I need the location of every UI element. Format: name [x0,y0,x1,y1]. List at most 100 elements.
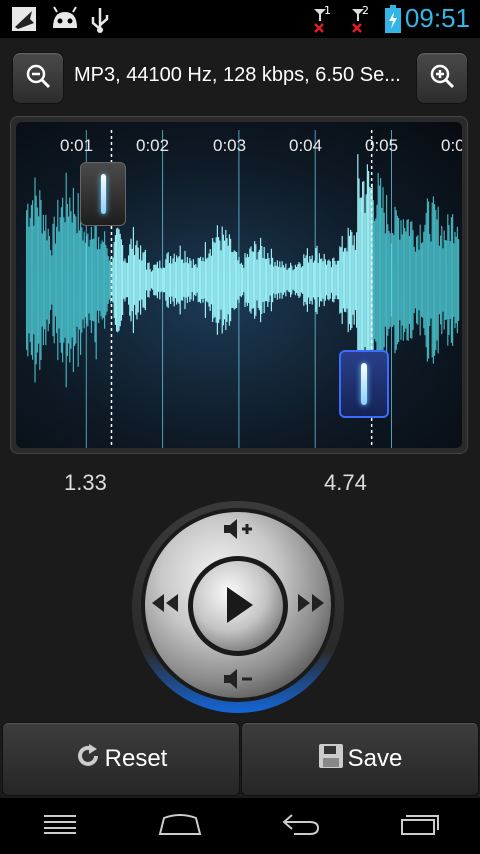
waveform-sample [274,261,276,299]
waveform-sample [440,235,442,325]
waveform-sample [87,233,89,327]
battery-charging-icon [382,4,404,34]
waveform-sample [195,263,197,297]
waveform-sample [183,263,185,297]
home-icon [158,812,202,840]
waveform-view[interactable]: 0:01 0:02 0:03 0:04 0:05 0:0 [16,122,462,448]
waveform-sample [335,264,337,296]
waveform-sample [318,253,320,307]
waveform-sample [216,225,218,335]
file-info-text: MP3, 44100 Hz, 128 kbps, 6.50 Se... [74,64,401,86]
waveform-sample [297,264,299,296]
waveform-sample [84,242,86,318]
waveform-sample [317,262,319,298]
waveform-sample [165,259,167,301]
time-label: 0:03 [213,136,247,155]
waveform-sample [401,234,403,326]
time-label: 0:02 [136,136,170,155]
waveform-sample [330,267,332,293]
waveform-sample [254,241,256,319]
volume-down-button[interactable] [219,666,259,696]
waveform-sample [291,265,293,295]
waveform-sample [398,217,400,343]
waveform-sample [286,270,288,290]
action-bar: Reset Save [0,720,480,798]
waveform-sample [384,233,386,327]
waveform-sample [146,269,148,291]
signal-sim2-icon: 2 [344,4,374,34]
waveform-sample [228,234,230,326]
waveform-sample [389,233,391,327]
waveform-sample [170,256,172,304]
waveform-sample [93,238,95,322]
waveform-sample [41,233,43,327]
waveform-sample [238,256,240,304]
waveform-sample [454,231,456,329]
waveform-sample [250,246,252,314]
waveform-sample [221,226,223,334]
waveform-sample [150,271,152,289]
waveform-sample [159,260,161,300]
save-button[interactable]: Save [241,722,479,796]
zoom-out-button[interactable] [12,52,64,104]
end-handle[interactable] [339,350,389,418]
waveform-sample [322,261,324,299]
waveform-sample [372,200,374,360]
waveform-sample [98,236,100,324]
fast-forward-button[interactable] [293,590,329,620]
home-button[interactable] [150,808,210,844]
waveform-sample [207,257,209,303]
waveform-sample [158,268,160,292]
menu-icon [43,813,77,839]
waveform-sample [341,236,343,324]
waveform-sample [230,238,232,322]
waveform-sample [220,250,222,310]
play-button[interactable] [203,572,273,642]
waveform-sample [194,265,196,295]
volume-up-icon [222,517,256,545]
waveform-sample [52,223,54,337]
waveform-sample [184,250,186,310]
zoom-in-button[interactable] [416,52,468,104]
waveform-sample [262,258,264,302]
refresh-icon [75,743,101,776]
waveform-sample [177,257,179,303]
waveform-sample [359,197,361,363]
waveform-sample [102,242,104,318]
waveform-sample [255,244,257,316]
waveform-sample [219,240,221,320]
start-handle[interactable] [80,162,126,226]
time-label: 0:05 [365,136,399,155]
waveform-sample [252,251,254,309]
waveform-sample [90,226,92,334]
waveform-sample [275,265,277,295]
volume-up-button[interactable] [219,516,259,546]
sim1-label: 1 [324,4,331,17]
waveform-sample [292,270,294,290]
waveform-sample [324,259,326,301]
start-handle-grip [100,174,106,214]
menu-button[interactable] [30,808,90,844]
rewind-button[interactable] [147,590,183,620]
usb-icon [88,4,112,34]
reset-button[interactable]: Reset [2,722,240,796]
waveform-sample [149,269,151,291]
waveform-sample [316,245,318,315]
waveform-sample [45,214,47,346]
waveform-sample [438,245,440,315]
waveform-sample [65,172,67,388]
waveform-sample [66,203,68,357]
waveform-sample [436,219,438,341]
waveform-sample [276,260,278,300]
waveform-sample [218,237,220,323]
back-button[interactable] [270,808,330,844]
waveform-sample [119,233,121,327]
waveform-sample [46,240,48,320]
waveform-sample [258,249,260,311]
waveform-sample [233,250,235,310]
waveform-sample [57,199,59,361]
waveform-sample [167,252,169,308]
waveform-sample [179,245,181,315]
recent-apps-button[interactable] [390,808,450,844]
waveform-sample [279,261,281,299]
